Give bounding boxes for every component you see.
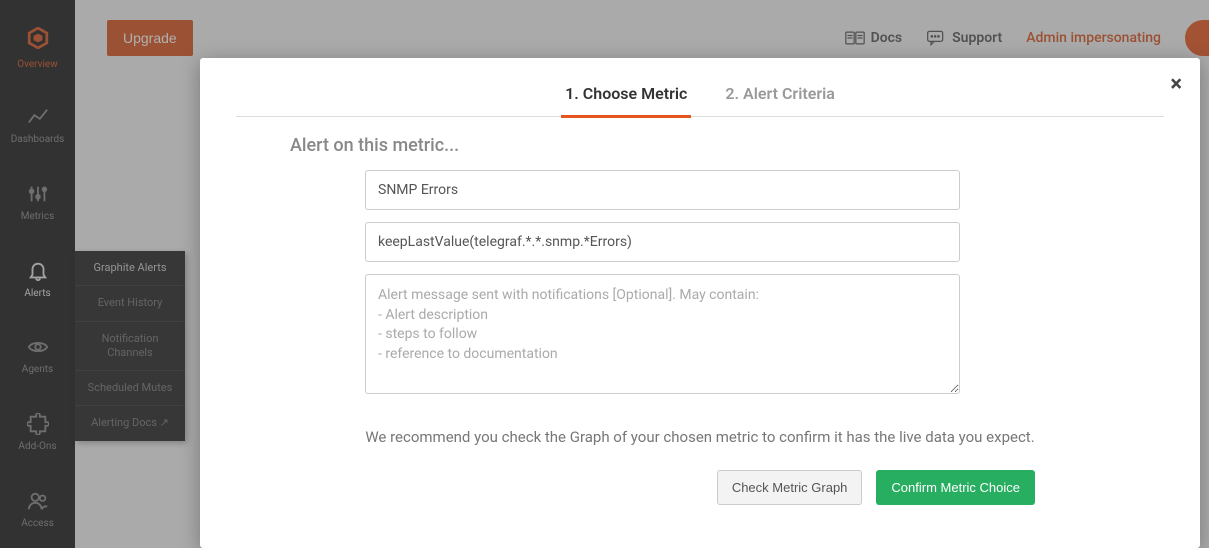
- tab-alert-criteria[interactable]: 2. Alert Criteria: [721, 76, 838, 118]
- tab-choose-metric[interactable]: 1. Choose Metric: [561, 76, 691, 118]
- modal-tabs: 1. Choose Metric 2. Alert Criteria: [236, 76, 1164, 117]
- alert-modal: × 1. Choose Metric 2. Alert Criteria Ale…: [200, 58, 1200, 548]
- alert-message-textarea[interactable]: [365, 274, 960, 394]
- alert-name-input[interactable]: [365, 170, 960, 210]
- close-icon[interactable]: ×: [1170, 72, 1182, 97]
- check-metric-graph-button[interactable]: Check Metric Graph: [717, 470, 863, 505]
- recommend-text: We recommend you check the Graph of your…: [365, 428, 1035, 446]
- section-title: Alert on this metric...: [290, 135, 1035, 156]
- metric-query-input[interactable]: [365, 222, 960, 262]
- confirm-metric-choice-button[interactable]: Confirm Metric Choice: [876, 470, 1035, 505]
